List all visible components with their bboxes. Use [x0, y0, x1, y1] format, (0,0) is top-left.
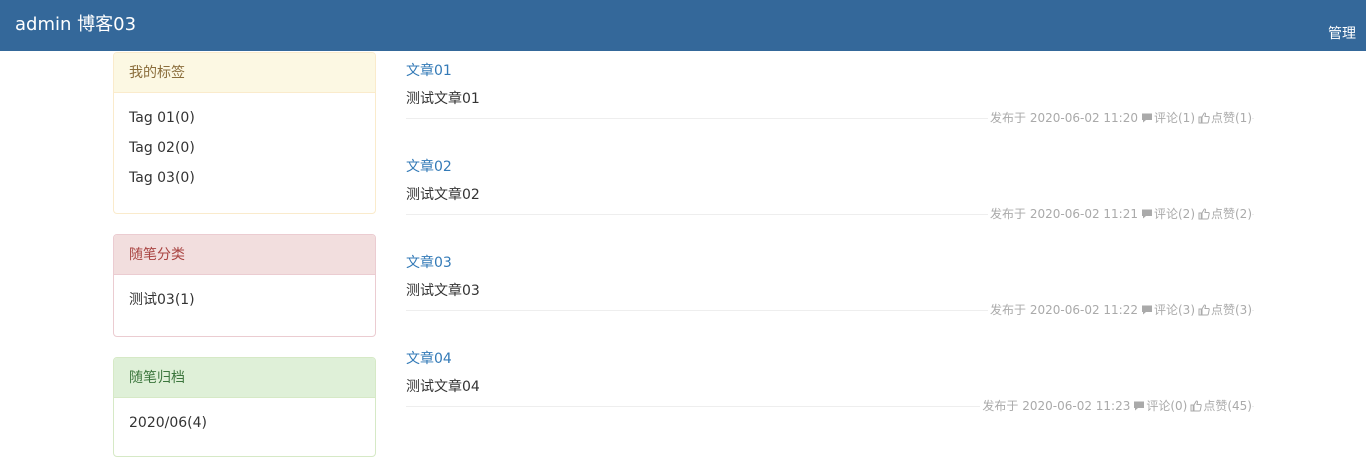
comment-icon	[1141, 304, 1153, 316]
thumbs-up-icon	[1198, 112, 1210, 124]
category-link[interactable]: 测试03(1)	[129, 285, 360, 315]
blog-brand[interactable]: admin 博客03	[15, 10, 136, 36]
comment-icon	[1141, 112, 1153, 124]
article-item: 文章03 测试文章03 发布于 2020-06-02 11:22 评论(3) 点赞(3)	[406, 252, 1254, 348]
categories-panel: 随笔分类 测试03(1)	[113, 234, 376, 337]
comments-link[interactable]: 评论(0)	[1146, 397, 1187, 414]
publish-time: 发布于 2020-06-02 11:21	[990, 207, 1138, 221]
thumbs-up-icon	[1198, 304, 1210, 316]
publish-time: 发布于 2020-06-02 11:23	[982, 399, 1131, 413]
article-summary: 测试文章01	[406, 91, 480, 107]
article-item: 文章01 测试文章01 发布于 2020-06-02 11:20 评论(1) 点赞(1)	[406, 60, 1254, 156]
tag-link[interactable]: Tag 02(0)	[129, 133, 360, 163]
archive-panel-title: 随笔归档	[114, 358, 375, 398]
article-meta: 发布于 2020-06-02 11:22 评论(3) 点赞(3)	[988, 301, 1252, 318]
likes-link[interactable]: 点赞(45)	[1203, 397, 1252, 414]
article-summary: 测试文章02	[406, 187, 480, 203]
archive-link[interactable]: 2020/06(4)	[129, 408, 360, 438]
article-item: 文章02 测试文章02 发布于 2020-06-02 11:21 评论(2) 点赞(2)	[406, 156, 1254, 252]
thumbs-up-icon	[1190, 400, 1203, 412]
comments-link[interactable]: 评论(2)	[1154, 205, 1195, 222]
comments-link[interactable]: 评论(3)	[1154, 301, 1195, 318]
article-meta: 发布于 2020-06-02 11:23 评论(0) 点赞(45)	[980, 397, 1252, 414]
tags-panel: 我的标签 Tag 01(0) Tag 02(0) Tag 03(0)	[113, 52, 376, 214]
publish-time: 发布于 2020-06-02 11:22	[990, 303, 1138, 317]
comment-icon	[1133, 400, 1145, 412]
tags-panel-title: 我的标签	[114, 53, 375, 93]
article-meta: 发布于 2020-06-02 11:20 评论(1) 点赞(1)	[988, 109, 1252, 126]
publish-time: 发布于 2020-06-02 11:20	[990, 111, 1138, 125]
tag-link[interactable]: Tag 03(0)	[129, 163, 360, 193]
article-title-link[interactable]: 文章02	[406, 156, 452, 176]
article-item: 文章04 测试文章04 发布于 2020-06-02 11:23 评论(0) 点赞(45…	[406, 348, 1254, 444]
likes-link[interactable]: 点赞(3)	[1211, 301, 1252, 318]
thumbs-up-icon	[1198, 208, 1210, 220]
likes-link[interactable]: 点赞(2)	[1211, 205, 1252, 222]
tag-link[interactable]: Tag 01(0)	[129, 103, 360, 133]
likes-link[interactable]: 点赞(1)	[1211, 109, 1252, 126]
categories-panel-title: 随笔分类	[114, 235, 375, 275]
comments-link[interactable]: 评论(1)	[1154, 109, 1195, 126]
article-meta: 发布于 2020-06-02 11:21 评论(2) 点赞(2)	[988, 205, 1252, 222]
article-summary: 测试文章04	[406, 379, 480, 395]
manage-link[interactable]: 管理	[1328, 23, 1356, 43]
article-title-link[interactable]: 文章01	[406, 60, 452, 80]
article-title-link[interactable]: 文章04	[406, 348, 452, 368]
comment-icon	[1141, 208, 1153, 220]
top-navbar: admin 博客03 管理	[0, 0, 1366, 51]
article-title-link[interactable]: 文章03	[406, 252, 452, 272]
archive-panel: 随笔归档 2020/06(4)	[113, 357, 376, 457]
article-summary: 测试文章03	[406, 283, 480, 299]
